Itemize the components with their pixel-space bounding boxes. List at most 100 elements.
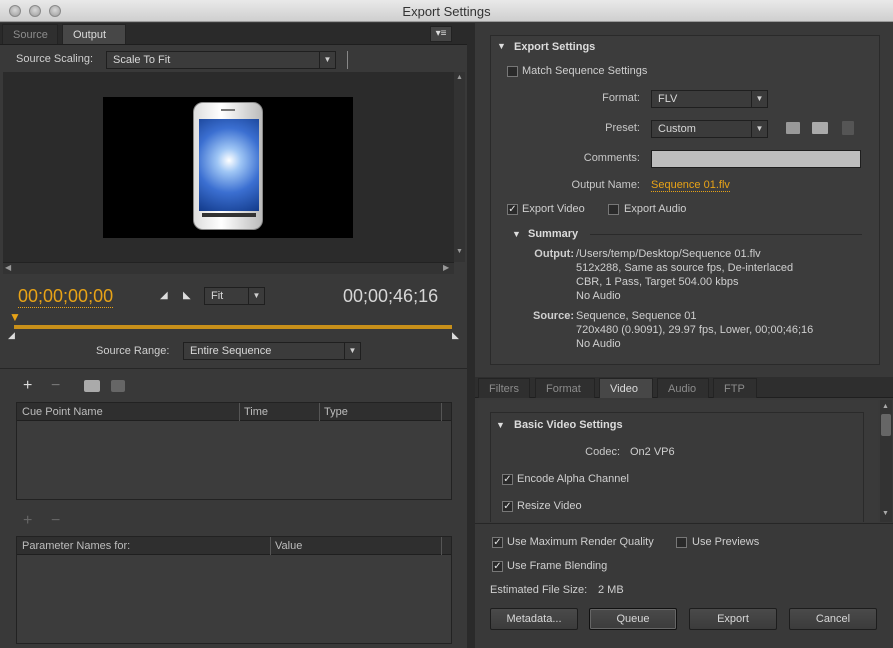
out-point-icon[interactable]: ◣ [452,330,459,341]
file-size-value: 2 MB [598,584,624,596]
collapse-summary-icon[interactable]: ▼ [512,229,521,239]
scroll-up-icon[interactable]: ▲ [882,403,889,410]
export-audio-label[interactable]: Export Audio [624,203,686,215]
tab-format[interactable]: Format [535,378,595,398]
mark-out-icon[interactable]: ◣ [183,290,191,301]
export-cue-points-icon[interactable] [111,380,125,392]
video-settings-panel: ▼ Basic Video Settings Codec: On2 VP6 ✓ … [478,400,878,522]
preview-vertical-scrollbar[interactable]: ▲ ▼ [454,72,465,262]
export-audio-checkbox[interactable] [608,204,619,215]
in-point-icon[interactable]: ◢ [8,330,15,341]
chevron-down-icon: ▼ [751,121,767,137]
window-title: Export Settings [402,4,491,19]
cancel-button[interactable]: Cancel [789,608,877,630]
output-name-link[interactable]: Sequence 01.flv [651,179,730,192]
scroll-right-icon[interactable]: ▶ [443,263,449,272]
phone-buttons [202,213,256,217]
column-value[interactable]: Value [275,540,302,552]
scroll-thumb[interactable] [881,414,891,436]
preset-label: Preset: [605,122,640,134]
use-previews-label[interactable]: Use Previews [692,536,759,548]
max-render-quality-label[interactable]: Use Maximum Render Quality [507,536,654,548]
title-bar: Export Settings [0,0,893,22]
current-timecode[interactable]: 00;00;00;00 [18,286,114,308]
summary-header: Summary [528,228,579,240]
tab-video[interactable]: Video [599,378,653,398]
summary-source-line: Sequence, Sequence 01 [576,310,697,322]
summary-source-line: No Audio [576,338,621,350]
queue-button[interactable]: Queue [589,608,677,630]
export-video-label[interactable]: Export Video [522,203,585,215]
encode-alpha-label[interactable]: Encode Alpha Channel [517,473,629,485]
panel-splitter[interactable] [467,23,475,648]
column-parameter-names[interactable]: Parameter Names for: [22,540,130,552]
zoom-dropdown[interactable]: Fit ▼ [204,287,265,305]
use-previews-checkbox[interactable] [676,537,687,548]
remove-cue-point-icon[interactable]: − [51,377,60,395]
import-preset-icon[interactable] [812,122,828,134]
preset-value: Custom [658,123,696,135]
match-sequence-checkbox[interactable] [507,66,518,77]
scroll-down-icon[interactable]: ▼ [456,248,463,255]
column-separator [441,537,442,555]
max-render-quality-checkbox[interactable]: ✓ [492,537,503,548]
format-dropdown[interactable]: FLV ▼ [651,90,768,108]
work-area-bar[interactable] [14,325,452,329]
resize-video-label[interactable]: Resize Video [517,500,582,512]
encode-alpha-checkbox[interactable]: ✓ [502,474,513,485]
duration-timecode: 00;00;46;16 [343,286,439,306]
collapse-basic-video-icon[interactable]: ▼ [496,420,505,430]
collapse-export-settings-icon[interactable]: ▼ [497,41,506,51]
column-separator [319,403,320,421]
divider [347,51,348,69]
tab-audio[interactable]: Audio [657,378,709,398]
column-cue-point-name[interactable]: Cue Point Name [22,406,103,418]
panel-menu-icon[interactable]: ▾≡ [430,26,452,42]
playhead-icon[interactable]: ▼ [9,310,21,324]
cue-grid-header: Cue Point Name Time Type [17,403,451,421]
preset-dropdown[interactable]: Custom ▼ [651,120,768,138]
add-parameter-icon[interactable]: + [23,512,32,530]
frame-blending-label[interactable]: Use Frame Blending [507,560,607,572]
column-type[interactable]: Type [324,406,348,418]
column-separator [441,403,442,421]
summary-source-label: Source: [533,310,574,322]
format-value: FLV [658,93,678,105]
column-time[interactable]: Time [244,406,268,418]
tab-source[interactable]: Source [2,24,58,44]
save-preset-icon[interactable] [786,122,800,134]
add-cue-point-icon[interactable]: + [23,377,32,395]
import-cue-points-icon[interactable] [84,380,100,392]
chevron-down-icon: ▼ [319,52,335,68]
scroll-down-icon[interactable]: ▼ [882,510,889,517]
source-scaling-label: Source Scaling: [16,53,94,65]
scroll-left-icon[interactable]: ◀ [5,263,11,272]
video-settings-scrollbar[interactable]: ▲ ▼ [880,400,892,522]
summary-output-label: Output: [534,248,574,260]
export-video-checkbox[interactable]: ✓ [507,204,518,215]
mark-in-icon[interactable]: ◢ [160,290,168,301]
format-label: Format: [602,92,640,104]
preview-horizontal-scrollbar[interactable]: ◀ ▶ [3,262,454,274]
summary-output-line: No Audio [576,290,621,302]
scroll-up-icon[interactable]: ▲ [456,74,463,81]
parameter-grid[interactable]: Parameter Names for: Value [16,536,452,644]
preview-area: ▲ ▼ [3,72,465,262]
match-sequence-label[interactable]: Match Sequence Settings [522,65,647,77]
source-range-dropdown[interactable]: Entire Sequence ▼ [183,342,361,360]
metadata-button[interactable]: Metadata... [490,608,578,630]
comments-field[interactable] [651,150,861,168]
chevron-down-icon: ▼ [248,288,264,304]
phone-speaker [221,109,235,111]
export-button[interactable]: Export [689,608,777,630]
source-scaling-dropdown[interactable]: Scale To Fit ▼ [106,51,336,69]
tab-output[interactable]: Output [62,24,126,44]
resize-video-checkbox[interactable]: ✓ [502,501,513,512]
tab-filters[interactable]: Filters [478,378,530,398]
comments-label: Comments: [583,152,640,164]
frame-blending-checkbox[interactable]: ✓ [492,561,503,572]
remove-parameter-icon[interactable]: − [51,512,60,530]
tab-ftp[interactable]: FTP [713,378,757,398]
cue-point-grid[interactable]: Cue Point Name Time Type [16,402,452,500]
delete-preset-icon[interactable] [842,121,854,135]
